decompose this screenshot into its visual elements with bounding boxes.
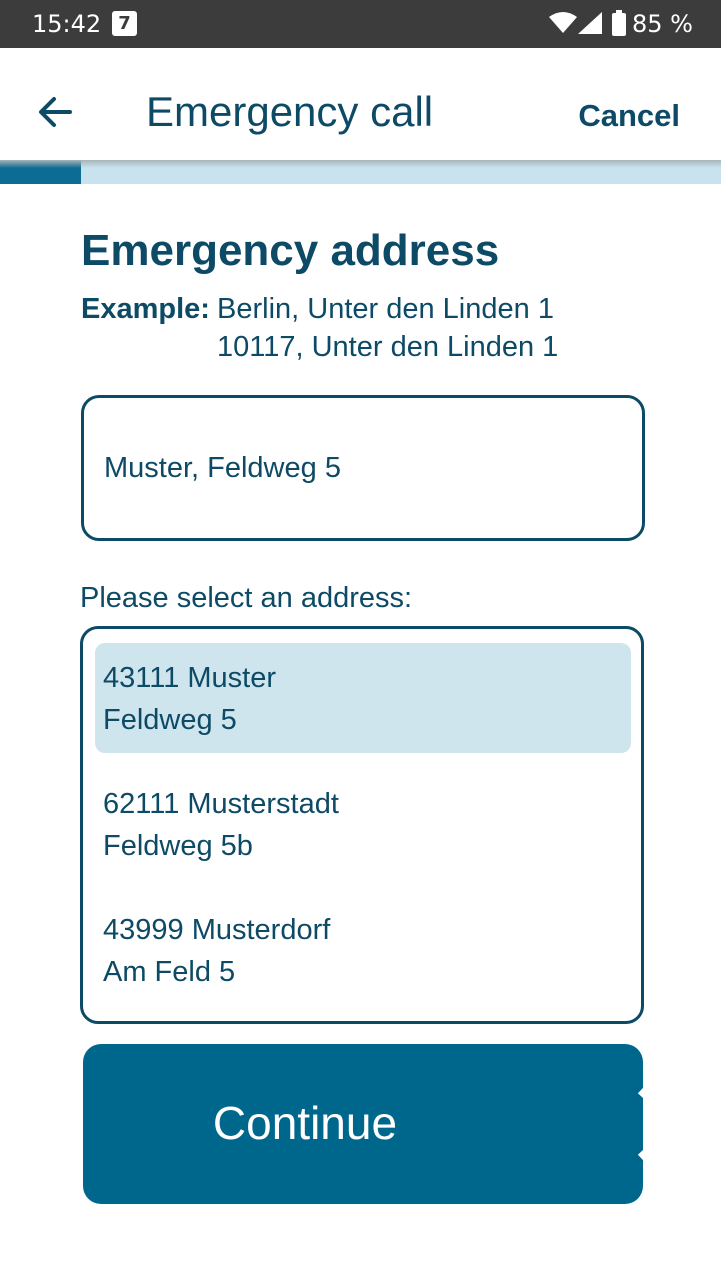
address-option-line-1: 43111 Muster [103,662,277,694]
address-option-line-1: 43999 Musterdorf [103,914,331,946]
address-option-line-2: Am Feld 5 [103,956,236,988]
example-label: Example: [81,293,210,325]
chevron-right-icon [637,1086,684,1162]
example-line-2: 10117, Unter den Linden 1 [217,331,559,363]
continue-label: Continue [212,1097,398,1149]
status-time: 15:42 [32,10,102,38]
address-option[interactable]: 43999 Musterdorf Am Feld 5 [95,895,631,1005]
section-title: Emergency address [81,226,500,275]
wifi-icon [549,12,577,33]
progress-bar [0,160,721,184]
page-title: Emergency call [146,88,434,135]
app-bar: Emergency call Cancel [0,48,721,160]
address-list[interactable]: 43111 Muster Feldweg 5 62111 Musterstadt… [80,626,644,1024]
address-option-line-2: Feldweg 5 [103,704,237,736]
continue-button[interactable]: Continue [83,1044,684,1204]
status-bar: 15:42 7 85 % [0,0,721,48]
address-option[interactable]: 43111 Muster Feldweg 5 [95,643,631,753]
battery-percentage: 85 % [632,10,693,38]
select-address-label: Please select an address: [80,582,413,614]
address-option-line-2: Feldweg 5b [103,830,253,862]
battery-icon [612,10,626,36]
signal-icon [578,12,602,34]
address-option[interactable]: 62111 Musterstadt Feldweg 5b [95,769,631,879]
example-line-1: Berlin, Unter den Linden 1 [217,293,554,325]
example-text: Example: Berlin, Unter den Linden 1 1011… [81,290,558,363]
arrow-left-icon [39,97,72,127]
app-bar-shadow [0,160,721,168]
example-lines: Berlin, Unter den Linden 1 10117, Unter … [217,290,558,366]
address-input[interactable] [81,395,645,541]
cancel-button[interactable]: Cancel [578,98,680,134]
address-option-line-1: 62111 Musterstadt [103,788,339,820]
calendar-icon: 7 [112,11,137,36]
back-button[interactable] [30,86,82,138]
